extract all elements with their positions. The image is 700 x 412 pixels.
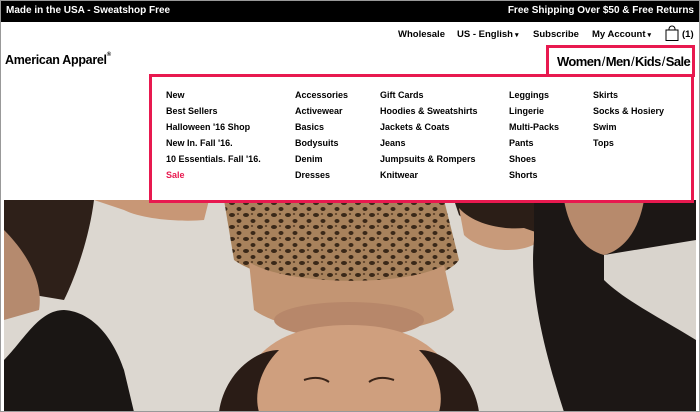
cart-count[interactable]: (1) (682, 29, 694, 40)
menu-item-pants[interactable]: Pants (509, 135, 559, 151)
hero-photo (4, 200, 696, 412)
shopping-bag-icon[interactable] (665, 25, 679, 41)
nav-separator: / (630, 54, 635, 69)
chevron-down-icon: ▾ (647, 32, 651, 39)
menu-item-basics[interactable]: Basics (295, 119, 348, 135)
menu-item-leggings[interactable]: Leggings (509, 87, 559, 103)
gender-nav: Women/Men/Kids/Sale (546, 45, 695, 77)
menu-item-jackets[interactable]: Jackets & Coats (380, 119, 478, 135)
menu-item-knitwear[interactable]: Knitwear (380, 167, 478, 183)
promo-right-text[interactable]: Free Shipping Over $50 & Free Returns (508, 5, 694, 16)
chevron-down-icon: ▾ (514, 32, 519, 39)
women-mega-menu: New Best Sellers Halloween '16 Shop New … (149, 74, 694, 203)
subscribe-link[interactable]: Subscribe (533, 29, 579, 40)
menu-item-jumpsuits[interactable]: Jumpsuits & Rompers (380, 151, 478, 167)
menu-column-a-d: Accessories Activewear Basics Bodysuits … (295, 87, 348, 183)
nav-women[interactable]: Women (557, 54, 601, 69)
nav-sale[interactable]: Sale (666, 54, 691, 69)
nav-separator: / (601, 54, 606, 69)
menu-item-sale[interactable]: Sale (166, 167, 261, 183)
menu-item-bodysuits[interactable]: Bodysuits (295, 135, 348, 151)
menu-item-halloween-shop[interactable]: Halloween '16 Shop (166, 119, 261, 135)
menu-column-featured: New Best Sellers Halloween '16 Shop New … (166, 87, 261, 183)
wholesale-link[interactable]: Wholesale (398, 29, 445, 40)
menu-item-swim[interactable]: Swim (593, 119, 664, 135)
menu-item-gift-cards[interactable]: Gift Cards (380, 87, 478, 103)
site-logo[interactable]: American Apparel® (5, 52, 111, 67)
menu-item-accessories[interactable]: Accessories (295, 87, 348, 103)
menu-item-skirts[interactable]: Skirts (593, 87, 664, 103)
menu-item-10-essentials[interactable]: 10 Essentials. Fall '16. (166, 151, 261, 167)
menu-item-socks-hosiery[interactable]: Socks & Hosiery (593, 103, 664, 119)
menu-item-multi-packs[interactable]: Multi-Packs (509, 119, 559, 135)
nav-separator: / (661, 54, 666, 69)
menu-item-activewear[interactable]: Activewear (295, 103, 348, 119)
menu-item-shorts[interactable]: Shorts (509, 167, 559, 183)
account-label: My Account (592, 29, 646, 40)
menu-item-jeans[interactable]: Jeans (380, 135, 478, 151)
menu-item-denim[interactable]: Denim (295, 151, 348, 167)
menu-item-best-sellers[interactable]: Best Sellers (166, 103, 261, 119)
nav-kids[interactable]: Kids (635, 54, 661, 69)
menu-item-new[interactable]: New (166, 87, 261, 103)
menu-item-new-in-fall[interactable]: New In. Fall '16. (166, 135, 261, 151)
menu-item-tops[interactable]: Tops (593, 135, 664, 151)
promo-bar: Made in the USA - Sweatshop Free Free Sh… (0, 0, 700, 22)
registered-mark: ® (106, 52, 111, 58)
menu-item-hoodies[interactable]: Hoodies & Sweatshirts (380, 103, 478, 119)
menu-item-shoes[interactable]: Shoes (509, 151, 559, 167)
promo-left-text: Made in the USA - Sweatshop Free (6, 5, 171, 16)
hero-banner-image[interactable] (4, 200, 696, 412)
account-menu[interactable]: My Account ▾ (592, 29, 651, 40)
nav-men[interactable]: Men (606, 54, 631, 69)
logo-text: American Apparel (5, 53, 107, 67)
language-label: US - English (457, 29, 513, 40)
menu-column-g-k: Gift Cards Hoodies & Sweatshirts Jackets… (380, 87, 478, 183)
language-selector[interactable]: US - English ▾ (457, 29, 518, 40)
menu-column-s-t: Skirts Socks & Hosiery Swim Tops (593, 87, 664, 151)
menu-column-l-s: Leggings Lingerie Multi-Packs Pants Shoe… (509, 87, 559, 183)
menu-item-dresses[interactable]: Dresses (295, 167, 348, 183)
menu-item-lingerie[interactable]: Lingerie (509, 103, 559, 119)
